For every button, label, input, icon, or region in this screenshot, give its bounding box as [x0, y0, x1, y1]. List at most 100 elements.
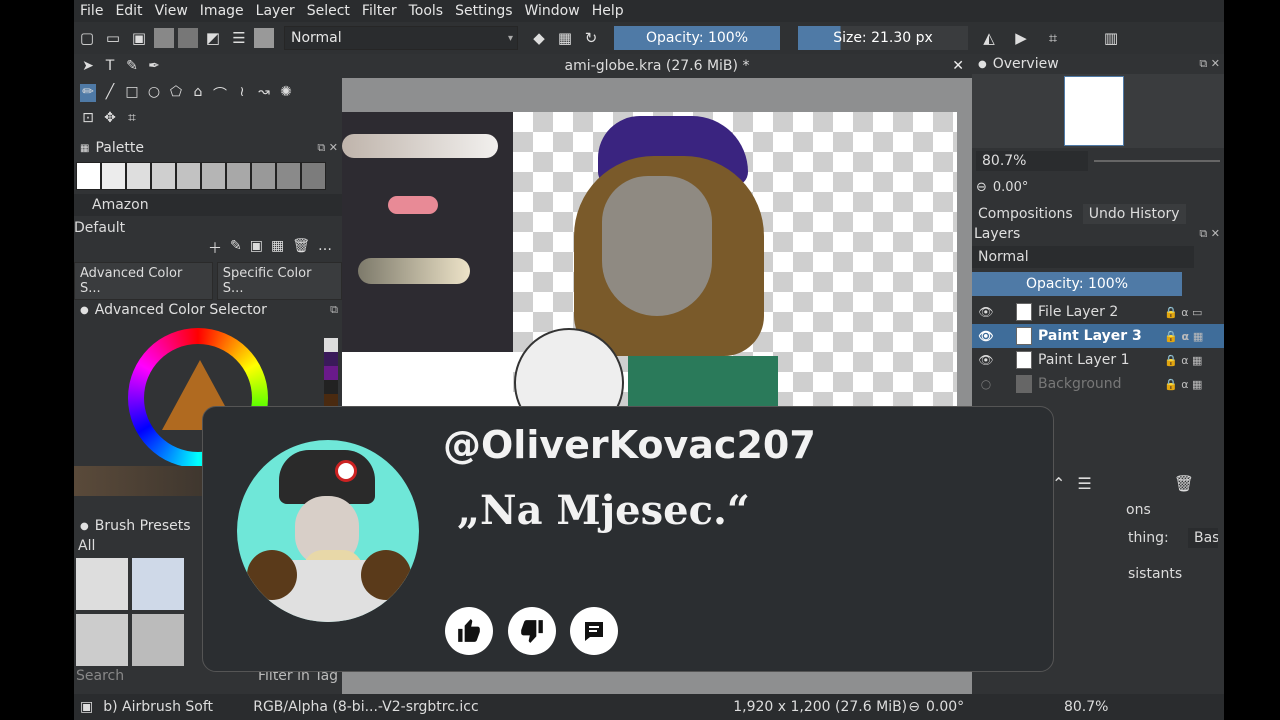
layer-blend-select[interactable]: Normal [972, 246, 1194, 268]
document-tab[interactable]: ami-globe.kra (27.6 MiB) * ✕ [342, 54, 972, 78]
swatch[interactable] [276, 162, 301, 190]
fg-bg-color-icon[interactable]: ◩ [202, 27, 224, 49]
menu-view[interactable]: View [149, 3, 194, 19]
mirror-vertical-icon[interactable]: ▶ [1010, 27, 1032, 49]
new-document-icon[interactable]: ▢ [76, 27, 98, 49]
polyline-tool-icon[interactable]: ⌂ [190, 84, 206, 102]
brush-filter-select[interactable]: All [78, 538, 95, 554]
polygon-tool-icon[interactable]: ⬠ [168, 84, 184, 102]
layer-opacity-slider[interactable]: Opacity: 100% [972, 272, 1182, 296]
size-slider[interactable]: Size: 21.30 px [798, 26, 968, 50]
move-tool-icon[interactable]: ✥ [102, 110, 118, 128]
eye-icon[interactable]: 👁 [976, 353, 996, 367]
select-shape-tool-icon[interactable]: ➤ [80, 58, 96, 76]
tab-specific-color[interactable]: Specific Color S... [216, 262, 342, 300]
brush-preset-marker[interactable] [132, 614, 184, 666]
opacity-slider[interactable]: Opacity: 100% [614, 26, 780, 50]
tab-undo-history[interactable]: Undo History [1082, 204, 1186, 224]
eye-hidden-icon[interactable]: ○ [976, 377, 996, 391]
close-document-icon[interactable]: ✕ [952, 58, 964, 74]
panel-float-close-icon[interactable]: ⧉ ✕ [317, 141, 338, 155]
save-icon[interactable]: ▣ [128, 27, 150, 49]
blend-mode-select[interactable]: Normal [284, 26, 518, 50]
move-layer-up-icon[interactable]: ⌃ [1052, 474, 1065, 493]
swatch[interactable] [251, 162, 276, 190]
menu-layer[interactable]: Layer [250, 3, 301, 19]
workspace-icon[interactable]: ▥ [1100, 27, 1122, 49]
brush-preset-blue-pen[interactable] [132, 558, 184, 610]
rectangle-tool-icon[interactable]: □ [124, 84, 140, 102]
lock-alpha-icons[interactable]: 🔒 α ▦ [1164, 330, 1224, 343]
panel-float-icon[interactable]: ⧉ [330, 303, 338, 317]
lock-alpha-icons[interactable]: 🔒 α ▦ [1164, 378, 1224, 391]
palette-name-select[interactable]: Amazon [74, 194, 342, 216]
brush-preset-ink[interactable] [76, 614, 128, 666]
panel-float-close-icon[interactable]: ⧉ ✕ [1199, 57, 1220, 71]
eye-icon[interactable]: 👁 [976, 305, 996, 319]
overview-preview[interactable] [972, 74, 1224, 148]
lock-alpha-icons[interactable]: 🔒 α ▦ [1164, 354, 1224, 367]
layer-row[interactable]: 👁 Paint Layer 1 🔒 α ▦ [972, 348, 1224, 372]
pattern-icon[interactable] [178, 28, 198, 48]
tab-advanced-color[interactable]: Advanced Color S... [74, 262, 213, 300]
brush-preset-eraser[interactable] [76, 558, 128, 610]
reload-preset-icon[interactable]: ↻ [580, 27, 602, 49]
menu-tools[interactable]: Tools [403, 3, 450, 19]
lock-alpha-icons[interactable]: 🔒 α ▭ [1164, 306, 1224, 319]
swatch[interactable] [176, 162, 201, 190]
transform-tool-icon[interactable]: ⊡ [80, 110, 96, 128]
gradient-icon[interactable] [154, 28, 174, 48]
add-swatch-icon[interactable]: ＋ [208, 238, 222, 258]
swatch[interactable] [76, 162, 101, 190]
alpha-lock-icon[interactable]: ▦ [554, 27, 576, 49]
wrap-around-icon[interactable]: ⌗ [1042, 27, 1064, 49]
more-icon[interactable]: … [318, 238, 332, 258]
grid-icon[interactable]: ▦ [271, 238, 284, 258]
freehand-brush-tool-icon[interactable]: ✏ [80, 84, 96, 102]
layer-properties-icon[interactable]: ☰ [1077, 474, 1091, 493]
menu-edit[interactable]: Edit [109, 3, 148, 19]
panel-float-close-icon[interactable]: ⧉ ✕ [1199, 227, 1220, 241]
multibrush-tool-icon[interactable]: ✺ [278, 84, 294, 102]
eraser-icon[interactable]: ◆ [528, 27, 550, 49]
mirror-horizontal-icon[interactable]: ◭ [978, 27, 1000, 49]
layer-row[interactable]: 👁 File Layer 2 🔒 α ▭ [972, 300, 1224, 324]
layer-row-selected[interactable]: 👁 Paint Layer 3 🔒 α ▦ [972, 324, 1224, 348]
brush-settings-icon[interactable]: ☰ [228, 27, 250, 49]
open-folder-icon[interactable]: ▭ [102, 27, 124, 49]
swatch[interactable] [301, 162, 326, 190]
edit-swatch-icon[interactable]: ✎ [230, 238, 242, 258]
zoom-select[interactable]: 80.7% [976, 151, 1088, 171]
layer-row[interactable]: ○ Background 🔒 α ▦ [972, 372, 1224, 396]
rotation-value[interactable]: 0.00° [993, 180, 1028, 195]
calligraphy-tool-icon[interactable]: ✎ [124, 58, 140, 76]
menu-select[interactable]: Select [301, 3, 356, 19]
like-button[interactable] [445, 607, 493, 655]
freehand-path-tool-icon[interactable]: ≀ [234, 84, 250, 102]
menu-file[interactable]: File [74, 3, 109, 19]
delete-swatch-icon[interactable]: 🗑 [292, 238, 310, 258]
eye-icon[interactable]: 👁 [976, 329, 996, 343]
swatch[interactable] [101, 162, 126, 190]
brush-preset-icon[interactable] [254, 28, 274, 48]
smoothing-select[interactable]: Basic [1188, 528, 1218, 548]
edit-shape-tool-icon[interactable]: ✒ [146, 58, 162, 76]
dislike-button[interactable] [508, 607, 556, 655]
reply-button[interactable] [570, 607, 618, 655]
menu-help[interactable]: Help [586, 3, 630, 19]
line-tool-icon[interactable]: ╱ [102, 84, 118, 102]
menu-settings[interactable]: Settings [449, 3, 518, 19]
save-palette-icon[interactable]: ▣ [250, 238, 263, 258]
dynamic-brush-tool-icon[interactable]: ↝ [256, 84, 272, 102]
swatch[interactable] [226, 162, 251, 190]
crop-tool-icon[interactable]: ⌗ [124, 110, 140, 128]
zoom-slider[interactable] [1094, 160, 1220, 162]
bezier-tool-icon[interactable]: ⌒ [212, 84, 228, 103]
menu-filter[interactable]: Filter [356, 3, 403, 19]
menu-window[interactable]: Window [519, 3, 586, 19]
delete-layer-icon[interactable]: 🗑 [1174, 474, 1194, 493]
tab-compositions[interactable]: Compositions [972, 204, 1079, 224]
text-tool-icon[interactable]: T [102, 58, 118, 76]
swatch[interactable] [126, 162, 151, 190]
menu-image[interactable]: Image [194, 3, 250, 19]
